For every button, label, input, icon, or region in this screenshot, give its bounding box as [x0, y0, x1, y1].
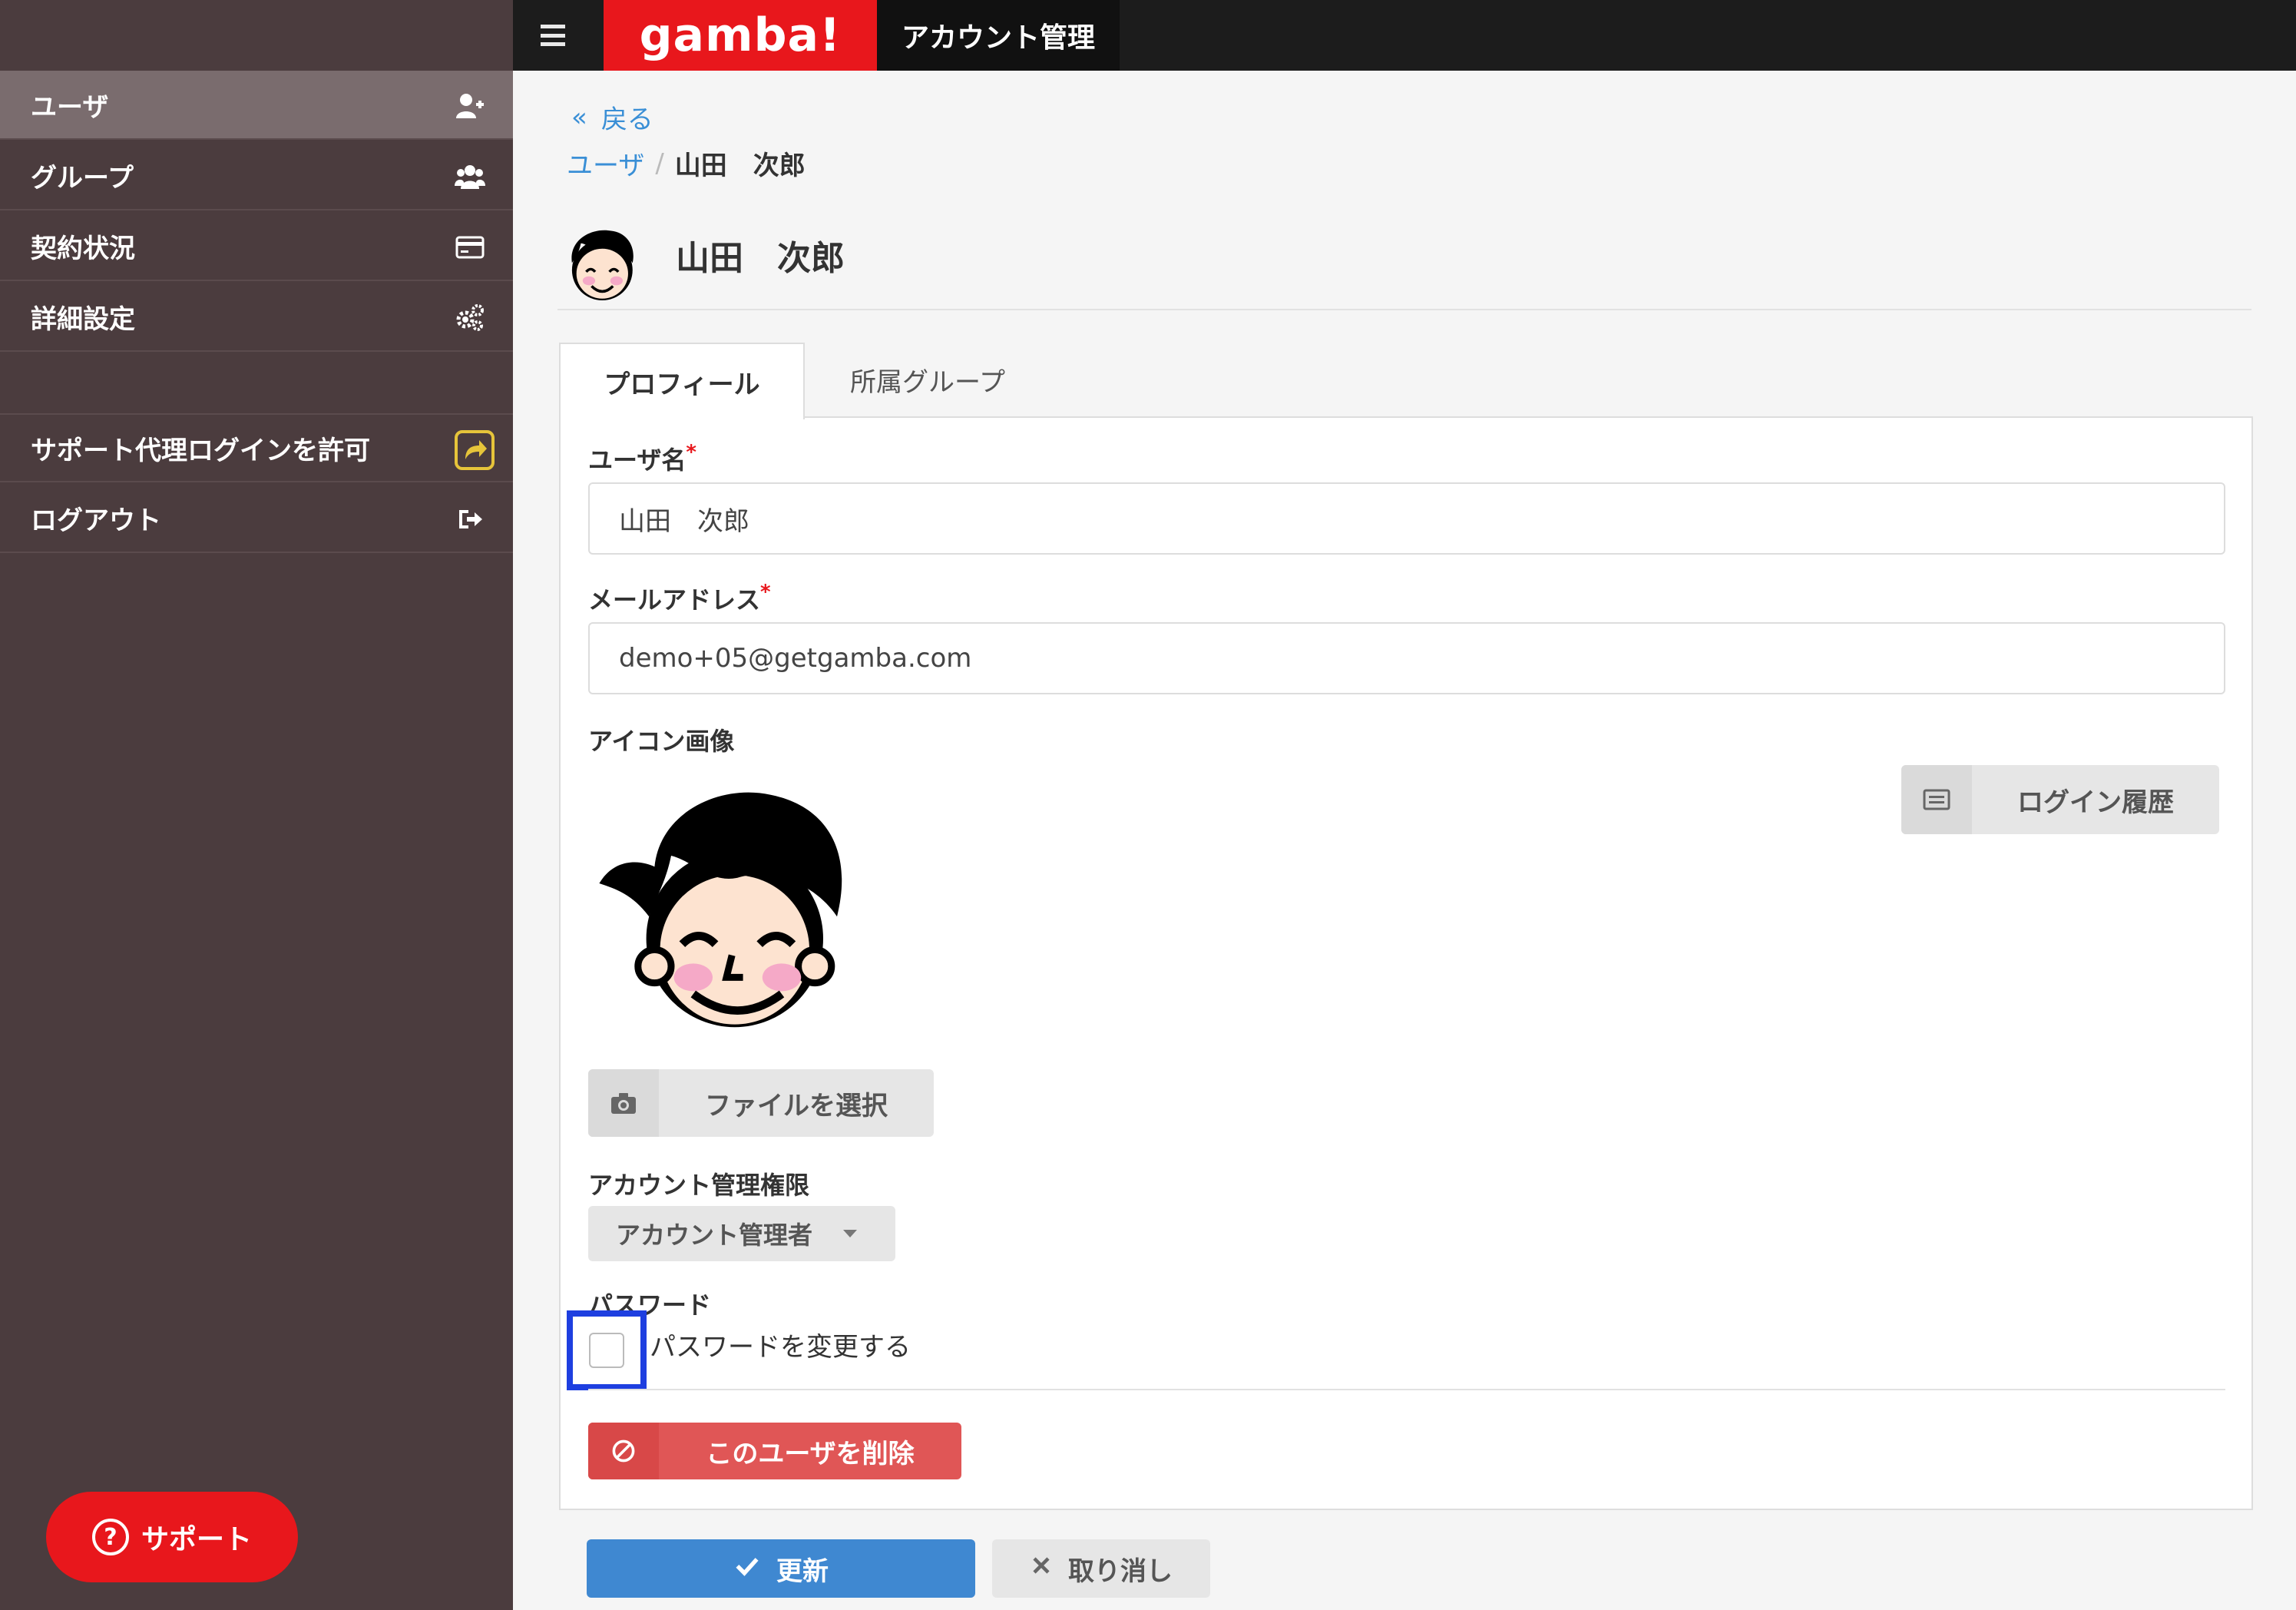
breadcrumb-current: 山田 次郎	[674, 151, 806, 181]
camera-icon	[588, 1069, 659, 1137]
user-avatar-large	[599, 792, 842, 1028]
credit-card-icon	[453, 230, 487, 264]
sidebar-item-users[interactable]: ユーザ	[0, 71, 513, 140]
icon-image-label: アイコン画像	[588, 727, 735, 756]
question-circle-icon: ?	[91, 1519, 129, 1555]
breadcrumb-separator: /	[655, 147, 664, 179]
sidebar-item-settings[interactable]: 詳細設定	[0, 283, 513, 352]
sidebar-item-label: 詳細設定	[31, 303, 135, 335]
required-mark: *	[686, 441, 696, 464]
users-icon	[453, 160, 487, 194]
choose-file-label: ファイルを選択	[705, 1090, 888, 1121]
username-label: ユーザ名*	[588, 441, 696, 476]
gamba-logo[interactable]: gamba!	[604, 0, 877, 71]
sidebar-item-logout[interactable]: ログアウト	[0, 484, 513, 553]
email-label: メールアドレス*	[588, 581, 771, 616]
panel-divider	[588, 1389, 2225, 1390]
user-avatar-small	[571, 230, 634, 301]
top-bar: gamba! アカウント管理	[0, 0, 2296, 71]
password-change-checkbox[interactable]	[589, 1333, 624, 1368]
app-title: アカウント管理	[877, 0, 1120, 71]
sidebar: ユーザ グループ 契約状況 詳細設定 サポート代理ログインを許可 ログアウト ?…	[0, 71, 513, 1610]
delete-user-button[interactable]: このユーザを削除	[588, 1423, 961, 1479]
email-label-text: メールアドレス	[588, 585, 761, 615]
login-history-label: ログイン履歴	[2017, 787, 2174, 818]
checkbox-highlight	[567, 1310, 647, 1390]
sidebar-item-groups[interactable]: グループ	[0, 141, 513, 210]
double-chevron-left-icon: «	[571, 101, 587, 133]
back-link-label: 戻る	[600, 104, 653, 135]
choose-file-button[interactable]: ファイルを選択	[588, 1069, 934, 1137]
header-divider	[557, 309, 2251, 310]
gears-icon	[453, 301, 487, 335]
sidebar-item-contract[interactable]: 契約状況	[0, 212, 513, 281]
list-alt-icon	[1901, 765, 1972, 834]
sidebar-item-label: グループ	[31, 162, 134, 194]
close-icon	[1030, 1553, 1053, 1584]
support-button-label: サポート	[141, 1524, 252, 1555]
required-mark: *	[760, 581, 771, 604]
permission-selected-value: アカウント管理者	[616, 1221, 813, 1250]
sidebar-item-label: ユーザ	[31, 91, 109, 123]
back-link[interactable]: « 戻る	[571, 98, 653, 136]
check-icon	[733, 1552, 761, 1586]
support-button[interactable]: ? サポート	[46, 1492, 298, 1582]
sidebar-item-support-login[interactable]: サポート代理ログインを許可	[0, 413, 513, 482]
share-square-icon	[455, 430, 495, 470]
hamburger-icon[interactable]	[538, 20, 568, 51]
breadcrumb-users-link[interactable]: ユーザ	[567, 144, 644, 182]
login-history-button[interactable]: ログイン履歴	[1901, 765, 2219, 834]
user-plus-icon	[453, 89, 487, 123]
tab-groups[interactable]: 所属グループ	[812, 343, 1043, 416]
delete-user-label: このユーザを削除	[706, 1438, 915, 1469]
sidebar-item-label: 契約状況	[31, 233, 135, 264]
update-button[interactable]: 更新	[587, 1539, 975, 1598]
cancel-button-label: 取り消し	[1068, 1555, 1173, 1587]
permission-select[interactable]: アカウント管理者	[588, 1206, 895, 1261]
cancel-button[interactable]: 取り消し	[992, 1539, 1210, 1598]
username-input[interactable]	[588, 482, 2225, 555]
tab-profile[interactable]: プロフィール	[559, 343, 805, 419]
email-input[interactable]	[588, 622, 2225, 694]
ban-icon	[588, 1423, 659, 1479]
permission-label: アカウント管理権限	[588, 1171, 810, 1200]
update-button-label: 更新	[776, 1555, 829, 1587]
username-label-text: ユーザ名	[588, 446, 686, 475]
sign-out-icon	[453, 502, 487, 536]
breadcrumb: ユーザ / 山田 次郎	[567, 144, 806, 182]
caret-down-icon	[843, 1230, 858, 1237]
sidebar-item-label: ログアウト	[31, 505, 161, 536]
sidebar-item-label: サポート代理ログインを許可	[31, 435, 370, 466]
password-change-label[interactable]: パスワードを変更する	[650, 1326, 911, 1363]
top-bar-left-area	[0, 0, 513, 71]
page-title: 山田 次郎	[676, 239, 845, 278]
